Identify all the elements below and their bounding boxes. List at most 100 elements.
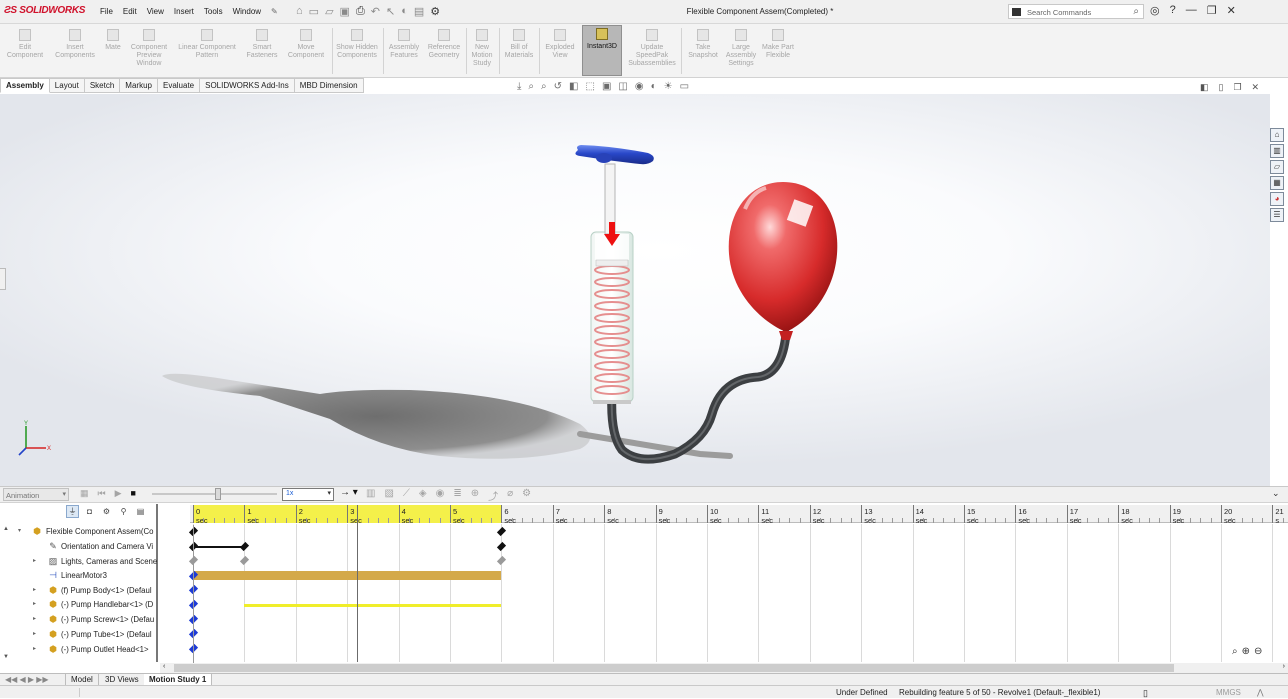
zoom-area-icon[interactable]: ⌕ — [541, 81, 547, 92]
update-speedpak-button[interactable]: Update SpeedPak Subassemblies — [626, 27, 678, 77]
play-icon[interactable]: ▶ — [115, 488, 122, 499]
playback-speed-select[interactable]: 1x ▾ — [282, 488, 334, 501]
new-document-icon[interactable]: ▭ — [309, 5, 319, 18]
smart-fasteners-button[interactable]: Smart Fasteners — [242, 27, 282, 77]
menu-insert[interactable]: Insert — [169, 7, 199, 16]
assembly-features-button[interactable]: Assembly Features — [385, 27, 423, 77]
view-settings-icon[interactable]: ▭ — [680, 81, 689, 92]
tab-layout[interactable]: Layout — [49, 78, 85, 93]
tab-sketch[interactable]: Sketch — [84, 78, 121, 93]
save-animation-icon[interactable]: ▥ — [366, 488, 375, 503]
previous-view-icon[interactable]: ↺ — [554, 81, 562, 92]
tree-item-lights[interactable]: ▸ ▨ Lights, Cameras and Scene — [0, 555, 158, 569]
expand-arrow-icon[interactable]: ▸ — [33, 557, 36, 564]
take-snapshot-button[interactable]: Take Snapshot — [684, 27, 722, 77]
autokey-icon[interactable]: ⟋ — [403, 488, 410, 503]
menu-file[interactable]: File — [95, 7, 118, 16]
component-preview-window-button[interactable]: Component Preview Window — [126, 27, 172, 77]
graphics-area[interactable] — [0, 94, 1270, 486]
motion-study-properties-icon[interactable]: ⚙ — [522, 488, 531, 503]
save-icon[interactable]: ▣ — [340, 5, 350, 18]
edit-component-button[interactable]: Edit Component — [3, 27, 47, 77]
print-icon[interactable]: ⎙ — [356, 5, 365, 18]
options-gear-icon[interactable]: ⚙ — [430, 5, 440, 18]
play-from-start-icon[interactable]: ⏮ — [98, 488, 106, 499]
pump-handlebar-part[interactable] — [575, 145, 654, 235]
tab-markup[interactable]: Markup — [120, 78, 158, 93]
help-icon[interactable]: ? — [1170, 4, 1176, 17]
balloon-part[interactable] — [728, 182, 838, 340]
filter-driving-icon[interactable]: ◘ — [83, 505, 96, 518]
tab-mbd-dimension[interactable]: MBD Dimension — [294, 78, 364, 93]
tree-item-pump-screw[interactable]: ▸ ⬢ (-) Pump Screw<1> (Defau — [0, 613, 158, 627]
animation-wizard-icon[interactable]: ▧ — [384, 488, 393, 503]
spring-icon[interactable]: ≣ — [453, 488, 461, 503]
zoom-in-icon[interactable]: ⊕ — [1242, 646, 1250, 657]
open-folder-icon[interactable]: ▱ — [325, 5, 333, 18]
hide-show-icon[interactable]: ◉ — [635, 81, 644, 92]
view-orientation-icon[interactable]: ▣ — [602, 81, 611, 92]
tree-item-pump-body[interactable]: ▸ ⬢ (f) Pump Body<1> (Defaul — [0, 584, 158, 598]
section-view-icon[interactable]: ◧ — [569, 81, 578, 92]
tree-item-assembly[interactable]: ▾ ⬢ Flexible Component Assem(Co — [0, 525, 158, 539]
search-icon[interactable]: ⌕ — [1133, 6, 1139, 17]
pump-hose[interactable] — [607, 329, 791, 464]
time-bar[interactable] — [357, 505, 359, 662]
tab-solidworks-add-ins[interactable]: SOLIDWORKS Add-Ins — [200, 78, 295, 93]
zoom-to-fit-icon[interactable]: ⌕ — [1232, 646, 1238, 657]
filter-results-icon[interactable]: ⚲ — [117, 505, 130, 518]
insert-components-button[interactable]: Insert Components — [50, 27, 100, 77]
tab-evaluate[interactable]: Evaluate — [157, 78, 201, 93]
calculate-icon[interactable]: ▦ — [80, 488, 89, 499]
user-icon[interactable]: ◎ — [1150, 4, 1160, 17]
expand-arrow-icon[interactable]: ▾ — [18, 527, 21, 534]
solidworks-resources-icon[interactable]: ⌂ — [1270, 128, 1284, 142]
force-icon[interactable]: ⤴ — [488, 488, 498, 503]
expand-arrow-icon[interactable]: ▸ — [33, 600, 36, 607]
display-style-icon[interactable]: ◫ — [618, 81, 627, 92]
bill-of-materials-button[interactable]: Bill of Materials — [502, 27, 536, 77]
select-icon[interactable]: ↖ — [386, 5, 395, 18]
playback-slider-handle[interactable] — [215, 488, 221, 500]
view-palette-icon[interactable]: ▦ — [1270, 176, 1284, 190]
tree-item-pump-tube[interactable]: ▸ ⬢ (-) Pump Tube<1> (Defaul — [0, 628, 158, 642]
home-icon[interactable]: ⌂ — [296, 5, 303, 18]
zoom-out-icon[interactable]: ⊖ — [1254, 646, 1262, 657]
linear-component-pattern-button[interactable]: Linear Component Pattern — [173, 27, 241, 77]
view-change-bar[interactable] — [193, 545, 245, 548]
stop-icon[interactable]: ■ — [131, 488, 136, 499]
expand-arrow-icon[interactable]: ▸ — [33, 586, 36, 593]
view-orient-icon[interactable]: ⤓ — [517, 81, 521, 92]
tree-item-pump-handlebar[interactable]: ▸ ⬢ (-) Pump Handlebar<1> (D — [0, 598, 158, 612]
tab-assembly[interactable]: Assembly — [0, 78, 50, 93]
scroll-right-icon[interactable]: › — [1283, 663, 1285, 670]
menu-tools[interactable]: Tools — [199, 7, 228, 16]
zoom-to-fit-icon[interactable]: ⌕ — [528, 81, 534, 92]
exploded-view-button[interactable]: Exploded View — [541, 27, 579, 77]
collapse-motion-manager-icon[interactable]: ⌄ — [1272, 488, 1280, 499]
close-icon[interactable]: ✕ — [1227, 4, 1236, 17]
tree-item-pump-outlet-head[interactable]: ▸ ⬢ (-) Pump Outlet Head<1> — [0, 643, 158, 657]
menu-edit[interactable]: Edit — [118, 7, 142, 16]
filter-animated-icon[interactable]: ⏚ — [66, 505, 79, 518]
search-commands-input[interactable]: Search Commands ⌕ — [1008, 4, 1144, 19]
doc-close-icon[interactable]: ✕ — [1252, 82, 1260, 93]
playback-mode-icon[interactable]: → ▾ — [340, 487, 358, 498]
damper-icon[interactable]: ⊕ — [471, 488, 479, 503]
file-explorer-icon[interactable]: ▱ — [1270, 160, 1284, 174]
autofit-icon[interactable]: ▤ — [134, 505, 147, 518]
scroll-left-icon[interactable]: ‹ — [163, 663, 165, 670]
instant3d-button[interactable]: Instant3D — [582, 25, 622, 76]
reference-geometry-button[interactable]: Reference Geometry — [424, 27, 464, 77]
minimize-icon[interactable]: — — [1186, 4, 1197, 17]
doc-minimize-icon[interactable]: ▯ — [1219, 82, 1224, 93]
expand-arrow-icon[interactable]: ▸ — [33, 630, 36, 637]
expand-arrow-icon[interactable]: ▸ — [33, 615, 36, 622]
tree-item-linear-motor[interactable]: ⊣ LinearMotor3 — [0, 569, 158, 583]
dynamic-annotation-icon[interactable]: ⬚ — [585, 81, 594, 92]
timeline-horizontal-scrollbar[interactable]: ‹ › — [160, 663, 1288, 673]
feature-manager-expand-handle[interactable] — [0, 268, 6, 290]
menu-window[interactable]: Window — [228, 7, 266, 16]
handlebar-change-bar[interactable] — [244, 603, 502, 607]
make-part-flexible-button[interactable]: Make Part Flexible — [761, 27, 795, 77]
